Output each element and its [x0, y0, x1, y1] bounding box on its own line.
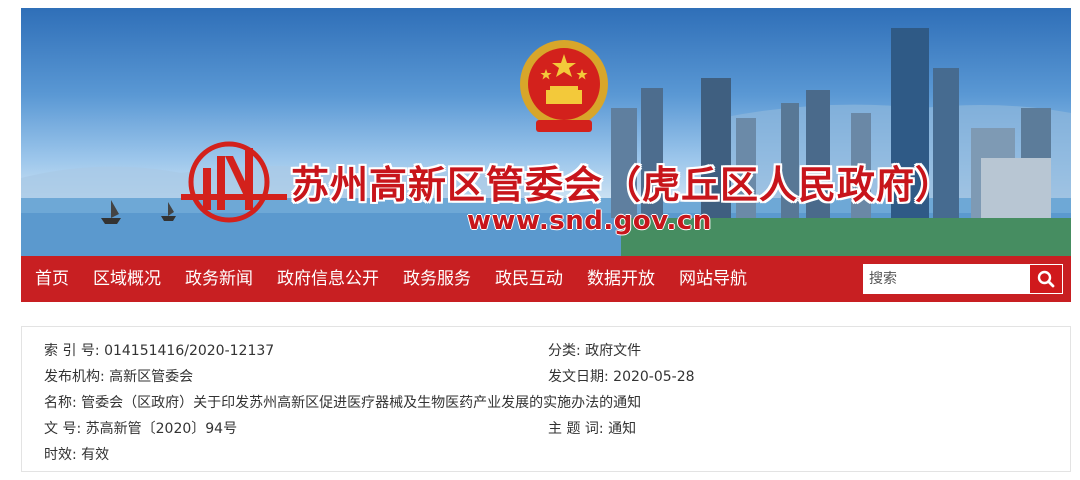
meta-category: 分类: 政府文件 — [548, 340, 641, 360]
meta-category-label: 分类: — [548, 343, 581, 359]
nav-item-site-map[interactable]: 网站导航 — [667, 256, 759, 302]
meta-validity-label: 时效: — [44, 447, 77, 463]
meta-name-label: 名称: — [44, 395, 77, 411]
nav-item-overview[interactable]: 区域概况 — [81, 256, 173, 302]
nav-item-interaction[interactable]: 政民互动 — [483, 256, 575, 302]
header-banner: 苏州高新区管委会（虎丘区人民政府） www.snd.gov.cn — [21, 8, 1071, 256]
meta-date-value: 2020-05-28 — [613, 369, 695, 385]
meta-validity: 时效: 有效 — [44, 444, 109, 464]
nav-item-services[interactable]: 政务服务 — [391, 256, 483, 302]
meta-docno-label: 文 号: — [44, 421, 82, 437]
document-meta-panel: 索 引 号: 014151416/2020-12137 分类: 政府文件 发布机… — [21, 326, 1071, 472]
meta-index-value: 014151416/2020-12137 — [104, 343, 275, 359]
nav-item-news[interactable]: 政务新闻 — [173, 256, 265, 302]
site-url: www.snd.gov.cn — [467, 206, 712, 236]
meta-publisher-label: 发布机构: — [44, 369, 105, 385]
meta-docno: 文 号: 苏高新管〔2020〕94号 — [44, 418, 237, 438]
meta-keyword-value: 通知 — [608, 421, 637, 437]
search-icon — [1037, 270, 1055, 288]
meta-keyword: 主 题 词: 通知 — [548, 418, 636, 438]
main-navbar: 首页 区域概况 政务新闻 政府信息公开 政务服务 政民互动 数据开放 网站导航 — [21, 256, 1071, 302]
meta-index-label: 索 引 号: — [44, 343, 100, 359]
national-emblem-icon — [520, 40, 608, 132]
meta-keyword-label: 主 题 词: — [548, 421, 604, 437]
snd-logo-icon — [181, 141, 287, 223]
meta-date-label: 发文日期: — [548, 369, 609, 385]
meta-name: 名称: 管委会（区政府）关于印发苏州高新区促进医疗器械及生物医药产业发展的实施办… — [44, 392, 641, 412]
nav-item-home[interactable]: 首页 — [21, 256, 81, 302]
site-title: 苏州高新区管委会（虎丘区人民政府） — [291, 163, 955, 207]
nav-item-open-data[interactable]: 数据开放 — [575, 256, 667, 302]
meta-name-value: 管委会（区政府）关于印发苏州高新区促进医疗器械及生物医药产业发展的实施办法的通知 — [81, 395, 642, 411]
nav-item-info-disclosure[interactable]: 政府信息公开 — [265, 256, 391, 302]
search-button[interactable] — [1029, 264, 1063, 294]
meta-index: 索 引 号: 014151416/2020-12137 — [44, 340, 274, 360]
meta-docno-value: 苏高新管〔2020〕94号 — [85, 421, 238, 437]
meta-validity-value: 有效 — [81, 447, 110, 463]
meta-publisher: 发布机构: 高新区管委会 — [44, 366, 193, 386]
search-input[interactable] — [863, 264, 1029, 294]
meta-date: 发文日期: 2020-05-28 — [548, 366, 695, 386]
meta-category-value: 政府文件 — [585, 343, 642, 359]
meta-publisher-value: 高新区管委会 — [109, 369, 194, 385]
